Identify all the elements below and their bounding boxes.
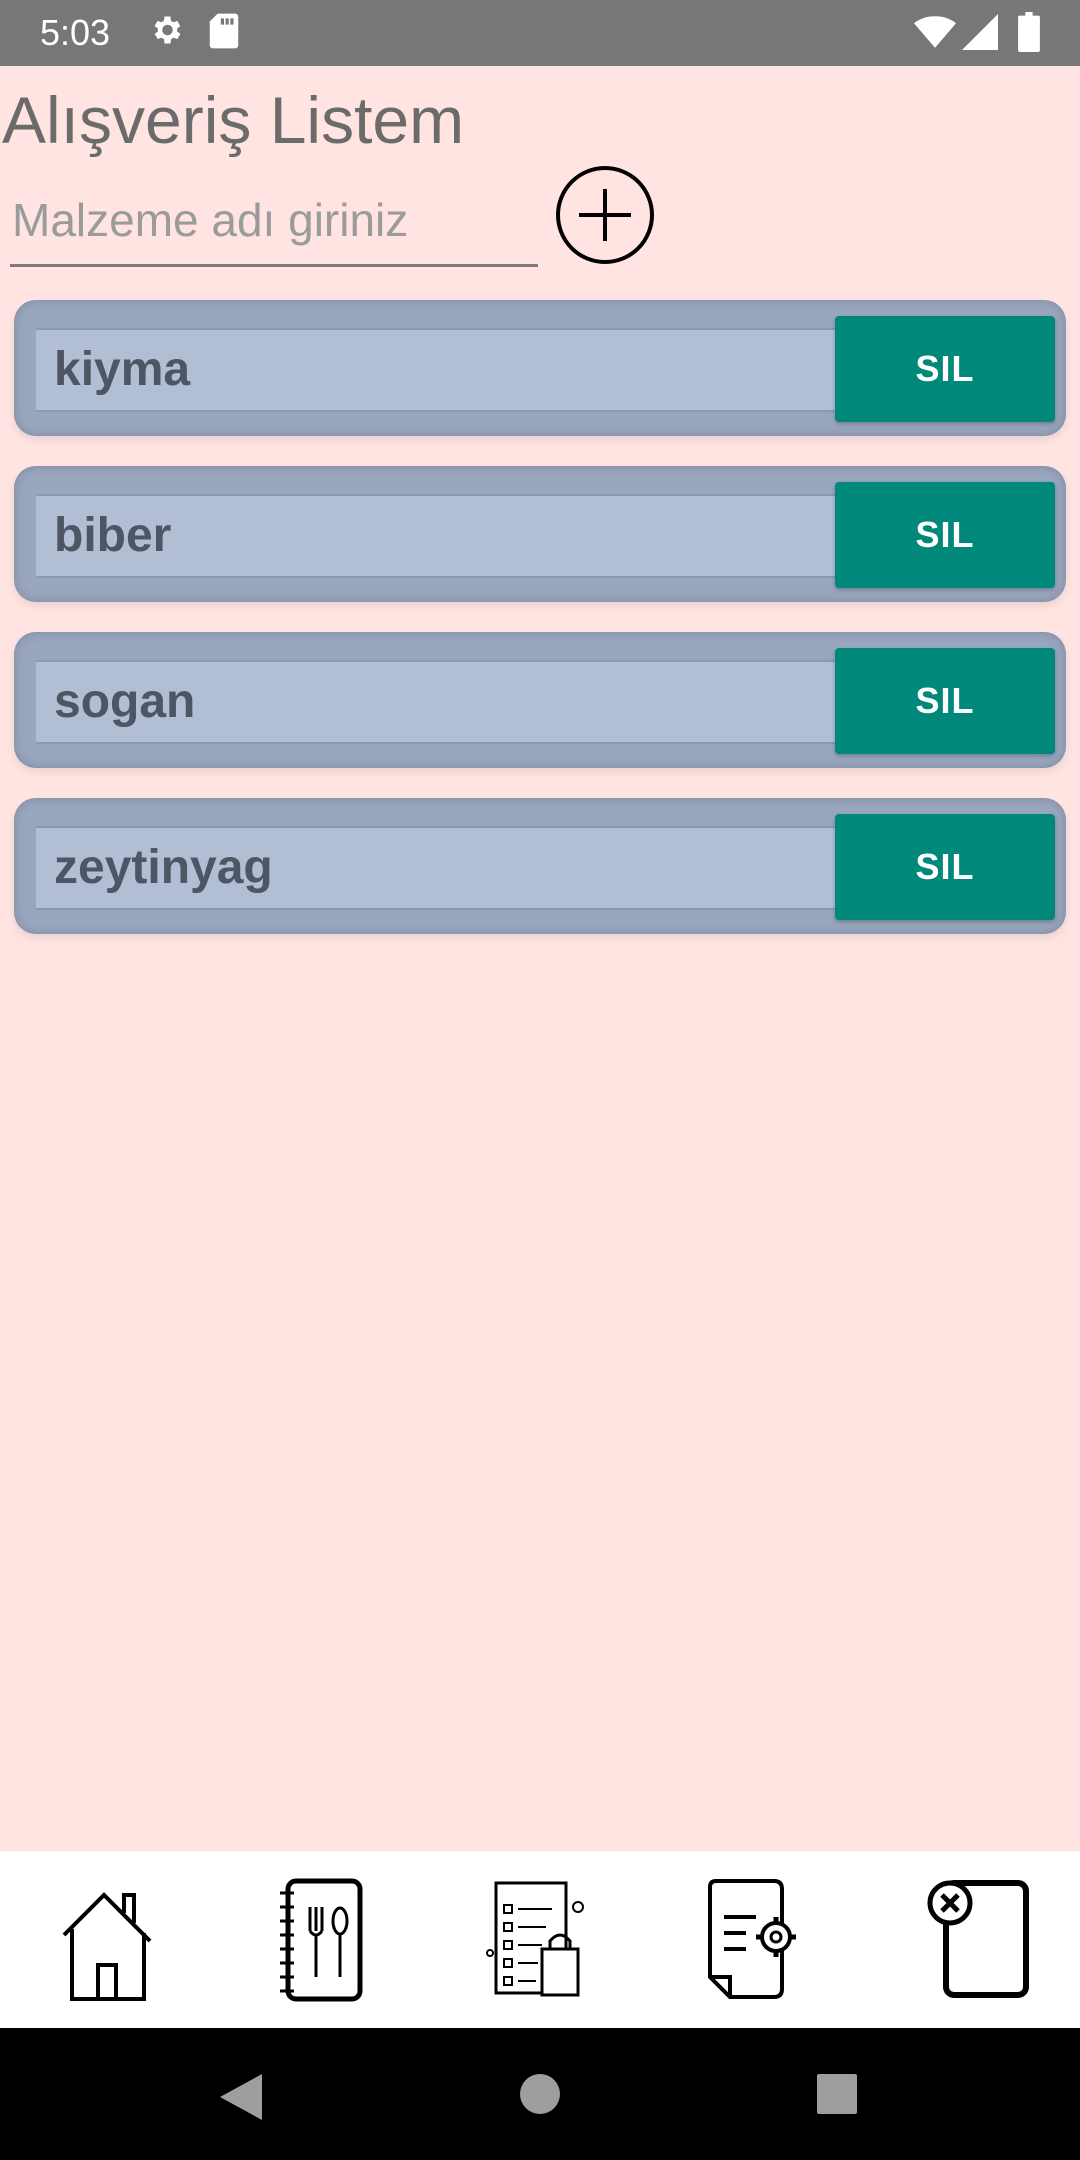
shopping-list: kiyma SIL biber SIL sogan SIL zeytinyag … [14,300,1066,964]
delete-button[interactable]: SIL [835,482,1055,588]
status-bar: 5:03 [0,0,1080,66]
bottom-navigation [0,1850,1080,2029]
item-name-field: sogan [36,660,856,744]
item-name: sogan [54,675,196,728]
page-title: Alışveriş Listem [2,83,465,157]
nav-recipes-button[interactable] [270,1873,380,2003]
item-name: zeytinyag [54,841,273,894]
add-item-button[interactable] [553,163,657,267]
system-navigation-bar [0,2028,1080,2160]
close-page-icon [922,1880,1032,2007]
list-item: kiyma SIL [14,300,1066,436]
delete-button[interactable]: SIL [835,316,1055,422]
item-name-field: biber [36,494,856,578]
shopping-list-icon [486,1881,596,2007]
item-name: biber [54,509,172,562]
battery-icon [1018,12,1040,57]
list-item: sogan SIL [14,632,1066,768]
signal-icon [962,14,998,55]
item-name-field: kiyma [36,328,856,412]
ingredient-input-wrapper [10,180,542,267]
nav-settings-button[interactable] [700,1873,810,2003]
nav-home-button[interactable] [54,1873,164,2003]
plus-circle-icon [553,166,657,270]
recipe-book-icon [270,1878,380,2007]
ingredient-input[interactable] [10,180,542,260]
status-time: 5:03 [40,12,111,53]
list-item: zeytinyag SIL [14,798,1066,934]
item-name: kiyma [54,343,191,396]
recents-icon[interactable] [817,2074,857,2119]
sd-card-icon [208,12,240,55]
home-icon [54,1892,164,2007]
nav-exit-button[interactable] [922,1873,1032,2003]
home-circle-icon[interactable] [520,2074,560,2119]
nav-shopping-list-button[interactable] [486,1873,596,2003]
list-item: biber SIL [14,466,1066,602]
document-settings-icon [700,1879,810,2007]
delete-button[interactable]: SIL [835,648,1055,754]
wifi-icon [914,14,956,55]
gear-icon [148,12,184,53]
item-name-field: zeytinyag [36,826,856,910]
delete-button[interactable]: SIL [835,814,1055,920]
back-icon[interactable] [218,2072,264,2127]
